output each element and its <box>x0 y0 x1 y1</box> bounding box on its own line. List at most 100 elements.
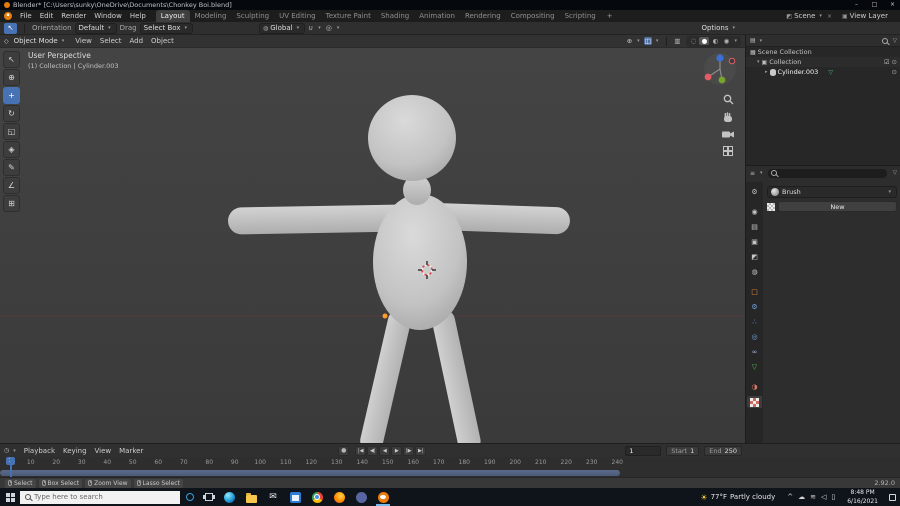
scene-selector[interactable]: ◩ Scene ▾ × <box>786 12 832 20</box>
transport-previous-keyframe-button[interactable]: ◀| <box>367 445 379 456</box>
taskbar-app-file-explorer[interactable] <box>240 488 262 506</box>
workspace-tab-scripting[interactable]: Scripting <box>560 10 601 22</box>
taskbar-app-discord[interactable] <box>350 488 372 506</box>
playhead[interactable]: 1 <box>6 457 15 477</box>
workspace-tab-uv-editing[interactable]: UV Editing <box>274 10 321 22</box>
workspace-tab-modeling[interactable]: Modeling <box>190 10 232 22</box>
3d-viewport[interactable]: ◇ Object Mode ▾ View Select Add Object ⊕ ▾ … <box>0 35 745 443</box>
task-view-button[interactable] <box>199 488 218 506</box>
workspace-tab-layout[interactable]: Layout <box>155 10 190 22</box>
menu-edit[interactable]: Edit <box>36 10 58 22</box>
shading-rendered-icon[interactable]: ◉ <box>721 37 731 45</box>
properties-tab-constraints[interactable] <box>747 346 762 358</box>
start-button[interactable] <box>0 488 20 506</box>
collection-checkbox[interactable]: ☑ <box>884 59 889 66</box>
blender-menu-icon[interactable] <box>4 12 12 20</box>
timeline-editor-icon[interactable]: ◷ <box>4 447 9 454</box>
add-workspace-button[interactable]: + <box>603 12 617 20</box>
zoom-icon[interactable] <box>723 94 734 105</box>
tool-measure[interactable]: ∠ <box>3 177 20 194</box>
navigation-gizmo[interactable] <box>703 52 737 88</box>
taskbar-app-edge[interactable] <box>218 488 240 506</box>
collection-eye-icon[interactable]: ⊙ <box>892 58 897 66</box>
pan-hand-icon[interactable] <box>723 112 733 123</box>
show-gizmo-icon[interactable]: ⊕ <box>626 37 633 45</box>
volume-icon[interactable]: ◁ <box>821 493 826 501</box>
workspace-tab-sculpting[interactable]: Sculpting <box>231 10 274 22</box>
new-brush-button[interactable]: New <box>778 201 897 212</box>
battery-icon[interactable]: ▯ <box>831 493 835 501</box>
outliner-row-collection[interactable]: ▾ ▣ Collection ☑ ⊙ <box>746 57 900 67</box>
timeline-menu-marker[interactable]: Marker <box>115 445 147 457</box>
taskbar-app-blender[interactable] <box>372 488 394 506</box>
view-layer-selector[interactable]: ▣ View Layer <box>842 12 888 20</box>
properties-tab-view-layer[interactable] <box>747 236 762 248</box>
transform-orientation-dropdown[interactable]: ◍ Global ▾ <box>259 22 306 34</box>
menu-help[interactable]: Help <box>126 10 150 22</box>
transport-play-reverse-button[interactable]: ◀ <box>379 445 391 456</box>
proportional-edit-icon[interactable]: ◎ <box>326 24 332 32</box>
menu-render[interactable]: Render <box>57 10 90 22</box>
toggle-xray-icon[interactable]: ▥ <box>673 37 681 45</box>
timeline-menu-view[interactable]: View <box>91 445 116 457</box>
right-leg[interactable] <box>430 308 483 443</box>
cortana-button[interactable] <box>180 488 199 506</box>
camera-view-icon[interactable] <box>722 130 734 139</box>
tool-scale[interactable]: ◱ <box>3 123 20 140</box>
minimize-button[interactable]: – <box>849 0 864 10</box>
active-tool-icon[interactable]: ↖ <box>4 22 17 34</box>
orientation-dropdown[interactable]: Default ▾ <box>74 22 117 34</box>
tool-annotate[interactable]: ✎ <box>3 159 20 176</box>
properties-tab-texture[interactable] <box>747 396 762 408</box>
workspace-tab-animation[interactable]: Animation <box>414 10 460 22</box>
transport-next-keyframe-button[interactable]: |▶ <box>403 445 415 456</box>
shading-wireframe-icon[interactable]: ◌ <box>688 37 698 45</box>
outliner-row-scene-collection[interactable]: ▦ Scene Collection <box>746 47 900 57</box>
outliner-row-cylinder[interactable]: ▸ Cylinder.003 ▽ ⊙ <box>746 67 900 77</box>
tool-transform[interactable]: ◈ <box>3 141 20 158</box>
current-frame-field[interactable]: 1 <box>625 445 662 456</box>
viewport-menu-view[interactable]: View <box>71 35 96 47</box>
taskbar-app-firefox[interactable] <box>328 488 350 506</box>
taskbar-search-input[interactable]: Type here to search <box>20 490 180 504</box>
properties-tab-physics[interactable] <box>747 331 762 343</box>
snap-magnet-icon[interactable]: ∪ <box>308 24 313 32</box>
viewport-menu-add[interactable]: Add <box>125 35 147 47</box>
toggle-ortho-grid-icon[interactable] <box>723 146 733 156</box>
weather-widget[interactable]: ☀ 77°F Partly cloudy <box>694 493 781 502</box>
taskbar-app-mail[interactable] <box>262 488 284 506</box>
hidden-icons-chevron[interactable]: ^ <box>787 493 793 501</box>
properties-tab-particles[interactable] <box>747 316 762 328</box>
properties-tab-object-data[interactable] <box>747 361 762 373</box>
show-overlays-icon[interactable]: ◫ <box>643 37 652 45</box>
outliner-search-icon[interactable] <box>881 37 888 44</box>
properties-tab-scene[interactable] <box>747 251 762 263</box>
tool-select-box[interactable]: ↖ <box>3 51 20 68</box>
properties-tab-modifiers[interactable] <box>747 301 762 313</box>
menu-window[interactable]: Window <box>90 10 126 22</box>
head[interactable] <box>368 95 456 181</box>
properties-tab-tool[interactable] <box>747 186 762 198</box>
menu-file[interactable]: File <box>16 10 36 22</box>
transport-jump-to-start-button[interactable]: |◀ <box>355 445 367 456</box>
shading-material-icon[interactable]: ◐ <box>710 37 720 45</box>
close-button[interactable]: × <box>885 0 900 10</box>
timeline-ruler[interactable]: 10 20 30 40 50 60 70 80 90 100 110 120 130 140 150 160 1… <box>0 457 900 477</box>
tool-add-cube[interactable]: ⊞ <box>3 195 20 212</box>
transport-play-button[interactable]: ▶ <box>391 445 403 456</box>
transport-jump-to-end-button[interactable]: ▶| <box>415 445 427 456</box>
taskbar-app-store[interactable] <box>284 488 306 506</box>
outliner-filter-icon[interactable]: ▽ <box>893 38 897 44</box>
disclosure-triangle-icon[interactable]: ▾ <box>757 59 760 65</box>
tool-cursor[interactable]: ⊕ <box>3 69 20 86</box>
character-model[interactable] <box>0 48 745 443</box>
mode-dropdown[interactable]: Object Mode ▾ <box>11 36 70 47</box>
properties-tab-world[interactable] <box>747 266 762 278</box>
outliner-editor-icon[interactable]: ▤ <box>750 37 756 44</box>
options-dropdown[interactable]: Options ▾ <box>698 23 740 34</box>
network-icon[interactable]: ≋ <box>810 493 816 501</box>
viewport-menu-select[interactable]: Select <box>96 35 126 47</box>
viewport-canvas[interactable]: User Perspective (1) Collection | Cylind… <box>0 48 745 443</box>
drag-dropdown[interactable]: Select Box ▾ <box>139 22 193 34</box>
onedrive-icon[interactable]: ☁ <box>798 493 805 501</box>
